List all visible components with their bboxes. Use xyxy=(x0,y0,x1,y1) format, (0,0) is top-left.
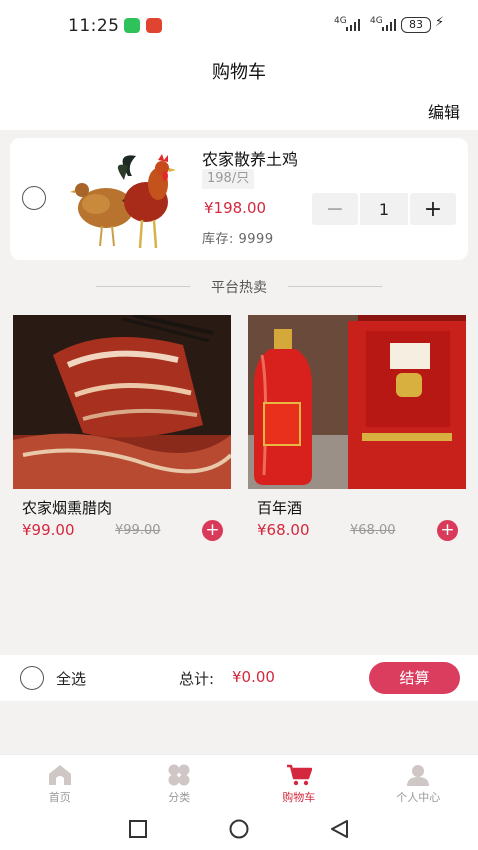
signal-icon-1 xyxy=(346,19,360,31)
charging-icon: ⚡ xyxy=(435,15,445,30)
cart-icon xyxy=(286,764,312,786)
select-all-radio[interactable] xyxy=(20,666,44,690)
product-name: 农家烟熏腊肉 xyxy=(22,499,113,517)
item-price: ¥198.00 xyxy=(204,199,267,217)
item-spec-tag: 198/只 xyxy=(202,169,255,189)
tab-label: 分类 xyxy=(168,791,191,804)
add-to-cart-button[interactable]: + xyxy=(437,520,458,541)
recent-apps-icon[interactable] xyxy=(126,818,150,840)
tab-cart[interactable]: 购物车 xyxy=(239,755,359,806)
item-select-radio[interactable] xyxy=(22,186,46,210)
tab-home[interactable]: 首页 xyxy=(0,755,120,806)
item-name: 农家散养土鸡 xyxy=(202,150,299,169)
product-name: 百年酒 xyxy=(257,499,303,517)
product-original-price: ¥99.00 xyxy=(115,523,161,538)
tab-label: 购物车 xyxy=(282,791,316,804)
item-stock: 库存: 9999 xyxy=(202,232,274,247)
app-notification-icon xyxy=(146,18,162,33)
edit-button[interactable]: 编辑 xyxy=(428,99,460,123)
tab-category[interactable]: 分类 xyxy=(120,755,240,806)
hot-section-title: 平台热卖 xyxy=(211,280,267,296)
tab-label: 个人中心 xyxy=(396,791,441,804)
category-icon xyxy=(168,764,190,786)
back-icon[interactable] xyxy=(328,818,352,840)
cart-item: 农家散养土鸡 198/只 ¥198.00 库存: 9999 − 1 + xyxy=(10,138,468,260)
add-to-cart-button[interactable]: + xyxy=(202,520,223,541)
product-card[interactable]: 农家烟熏腊肉 ¥99.00 ¥99.00 + xyxy=(13,315,231,555)
product-price: ¥68.00 xyxy=(257,521,310,539)
quantity-value[interactable]: 1 xyxy=(360,193,408,225)
battery-icon: 83 xyxy=(401,17,431,33)
product-card[interactable]: 百年酒 ¥68.00 ¥68.00 + xyxy=(248,315,466,555)
select-all-label[interactable]: 全选 xyxy=(56,668,86,689)
liquor-bottle-image xyxy=(248,315,466,489)
increase-button[interactable]: + xyxy=(410,193,456,225)
signal-icon-2 xyxy=(382,19,396,31)
status-bar: 11:25 4G 4G 83 ⚡ xyxy=(0,0,478,50)
network-type-2: 4G xyxy=(370,16,383,26)
quantity-stepper: − 1 + xyxy=(312,193,456,225)
header: 购物车 编辑 xyxy=(0,50,478,130)
system-nav-bar xyxy=(0,806,478,850)
total-value: ¥0.00 xyxy=(232,668,275,686)
checkout-button[interactable]: 结算 xyxy=(369,662,460,694)
home-button-icon[interactable] xyxy=(227,818,251,840)
hot-section-header: 平台热卖 xyxy=(0,275,478,299)
tab-profile[interactable]: 个人中心 xyxy=(359,755,478,806)
tab-bar: 首页 分类 购物车 个人中心 xyxy=(0,754,478,806)
decrease-button[interactable]: − xyxy=(312,193,358,225)
page-title: 购物车 xyxy=(212,62,266,83)
rooster-image xyxy=(66,146,186,254)
product-original-price: ¥68.00 xyxy=(350,523,396,538)
divider-right xyxy=(288,286,382,287)
product-price: ¥99.00 xyxy=(22,521,75,539)
home-icon xyxy=(48,765,71,785)
profile-icon xyxy=(407,765,430,786)
checkout-bar: 全选 总计: ¥0.00 结算 xyxy=(0,655,478,701)
status-time: 11:25 xyxy=(68,16,120,36)
wechat-notification-icon xyxy=(124,18,140,33)
smoked-bacon-image xyxy=(13,315,231,489)
network-type-1: 4G xyxy=(334,16,347,26)
total-label: 总计: xyxy=(179,670,215,688)
tab-label: 首页 xyxy=(48,791,71,804)
